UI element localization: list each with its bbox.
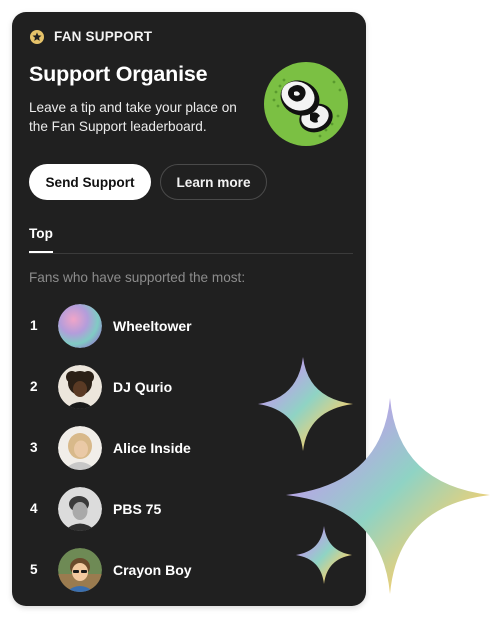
tab-bar: Top [29,226,353,254]
fan-support-header: FAN SUPPORT [30,29,152,44]
list-item[interactable]: 4 PBS 75 [12,487,366,533]
avatar [58,548,102,592]
section-label: FAN SUPPORT [54,29,153,44]
send-support-button[interactable]: Send Support [29,164,151,200]
fan-name: Alice Inside [113,440,191,456]
rank-number: 5 [30,562,38,577]
rank-number: 3 [30,440,38,455]
fan-name: Wheeltower [113,318,192,334]
leaderboard-subtitle: Fans who have supported the most: [29,270,246,285]
list-item[interactable]: 3 Alice Inside [12,426,366,472]
learn-more-button[interactable]: Learn more [160,164,267,200]
description-text: Leave a tip and take your place on the F… [29,100,237,134]
list-item[interactable]: 2 DJ Qurio [12,365,366,411]
avatar [58,304,102,348]
list-item[interactable]: 5 Crayon Boy [12,548,366,594]
fan-support-card: FAN SUPPORT Support Organise Leave a tip… [12,12,366,606]
tip-coins-illustration [264,62,348,146]
rank-number: 4 [30,501,38,516]
fan-name: PBS 75 [113,501,162,517]
page-title: Support Organise [29,62,208,86]
rank-number: 1 [30,318,38,333]
list-item[interactable]: 1 Wheeltower [12,304,366,350]
avatar [58,426,102,470]
fan-name: DJ Qurio [113,379,173,395]
fan-name: Crayon Boy [113,562,192,578]
rank-number: 2 [30,379,38,394]
avatar [58,365,102,409]
star-badge-icon [30,29,44,44]
avatar [58,487,102,531]
tab-top[interactable]: Top [29,226,53,253]
